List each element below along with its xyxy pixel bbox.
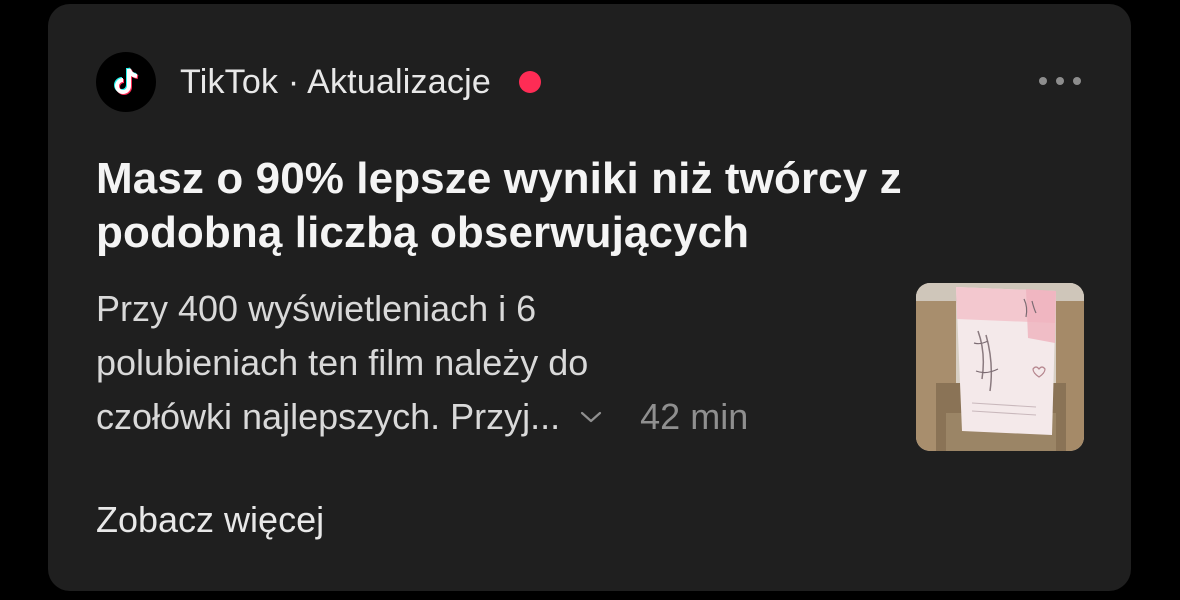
tiktok-logo-icon <box>96 52 156 112</box>
notification-title: Masz o 90% lepsze wyniki niż twórcy z po… <box>96 154 902 257</box>
notification-body[interactable]: Przy 400 wyświetleniach i 6 polubieniach… <box>96 282 886 444</box>
chevron-down-icon[interactable] <box>578 404 604 430</box>
notification-card[interactable]: TikTok · Aktualizacje Masz o 90% lepsze … <box>48 4 1131 591</box>
body-line: czołówki najlepszych. Przyj... <box>96 396 561 437</box>
body-line: Przy 400 wyświetleniach i 6 <box>96 288 537 329</box>
more-horizontal-icon <box>1039 77 1047 85</box>
notification-source: TikTok · Aktualizacje <box>180 62 491 101</box>
more-horizontal-icon <box>1056 77 1064 85</box>
notification-timestamp: 42 min <box>640 396 749 437</box>
body-last-line: czołówki najlepszych. Przyj... 42 min <box>96 390 886 444</box>
more-options-button[interactable] <box>1039 66 1081 96</box>
more-horizontal-icon <box>1073 77 1081 85</box>
unread-indicator <box>518 71 541 93</box>
video-thumbnail[interactable] <box>916 283 1084 451</box>
body-line: polubieniach ten film należy do <box>96 342 589 383</box>
notification-header: TikTok · Aktualizacje <box>96 52 541 112</box>
see-more-link[interactable]: Zobacz więcej <box>96 498 324 542</box>
